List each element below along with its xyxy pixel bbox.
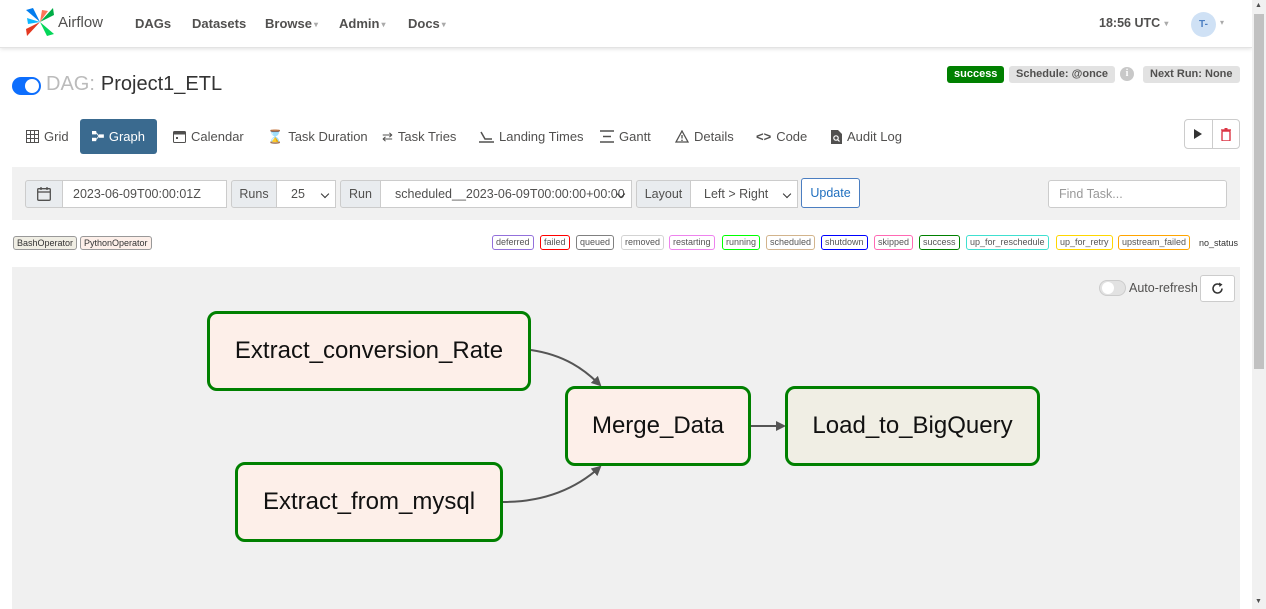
delete-dag-button[interactable] <box>1211 120 1240 148</box>
scroll-down-icon[interactable]: ▼ <box>1255 598 1262 605</box>
state-legend-no-status[interactable]: no_status <box>1199 238 1238 248</box>
chevron-down-icon: ▾ <box>1162 19 1169 29</box>
tab-audit-log[interactable]: Audit Log <box>831 119 902 154</box>
dag-pause-toggle[interactable] <box>12 77 41 95</box>
chevron-down-icon: ▾ <box>441 20 446 30</box>
tab-grid[interactable]: Grid <box>26 119 69 154</box>
nav-docs[interactable]: Docs ▾ <box>408 16 446 31</box>
state-legend-success[interactable]: success <box>919 235 960 250</box>
state-legend-scheduled[interactable]: scheduled <box>766 235 816 250</box>
top-navbar: Airflow DAGs Datasets Browse ▾ Admin ▾ Doc… <box>0 0 1252 48</box>
chevron-down-icon: ▾ <box>381 20 386 30</box>
operator-legend-python[interactable]: PythonOperator <box>80 236 152 250</box>
task-node-extract-conversion-rate[interactable]: Extract_conversion_Rate <box>207 311 531 391</box>
dag-action-buttons <box>1184 119 1240 149</box>
info-icon[interactable]: i <box>1120 67 1134 81</box>
auto-refresh-label: Auto-refresh <box>1129 281 1198 295</box>
play-icon <box>1194 129 1203 139</box>
page-scrollbar[interactable]: ▲ ▼ <box>1252 0 1266 609</box>
airflow-logo-icon <box>26 8 54 36</box>
calendar-icon <box>37 187 51 201</box>
scroll-thumb[interactable] <box>1254 14 1264 369</box>
brand-name: Airflow <box>58 13 104 31</box>
run-label: Run <box>340 180 381 208</box>
operator-legend-bash[interactable]: BashOperator <box>13 236 78 250</box>
auto-refresh-switch[interactable] <box>1099 280 1126 296</box>
task-node-extract-from-mysql[interactable]: Extract_from_mysql <box>235 462 503 542</box>
landing-icon <box>479 131 494 143</box>
chevron-down-icon[interactable]: ▾ <box>1220 18 1224 27</box>
file-search-icon <box>831 129 842 144</box>
state-legend-removed[interactable]: removed <box>621 235 665 250</box>
state-legend-restarting[interactable]: restarting <box>669 235 715 250</box>
dag-title-prefix: DAG: <box>46 73 95 95</box>
nav-dags[interactable]: DAGs <box>135 16 171 31</box>
tab-task-tries[interactable]: ⇄ Task Tries <box>382 119 456 154</box>
user-avatar[interactable]: T- <box>1191 12 1216 37</box>
nav-admin[interactable]: Admin ▾ <box>339 16 385 31</box>
tab-gantt[interactable]: Gantt <box>600 119 651 154</box>
find-task-input[interactable] <box>1048 180 1227 208</box>
runs-label: Runs <box>231 180 277 208</box>
tab-landing-times[interactable]: Landing Times <box>479 119 584 154</box>
runs-select[interactable]: 25 <box>276 180 336 208</box>
layout-label: Layout <box>636 180 691 208</box>
code-icon: <> <box>756 129 772 144</box>
task-node-merge-data[interactable]: Merge_Data <box>565 386 751 466</box>
state-legend-shutdown[interactable]: shutdown <box>821 235 868 250</box>
dag-title: DAG: Project1_ETL <box>46 73 222 96</box>
grid-icon <box>26 130 39 143</box>
state-legend-up-for-reschedule[interactable]: up_for_reschedule <box>966 235 1049 250</box>
tab-graph[interactable]: Graph <box>80 119 157 154</box>
scroll-up-icon[interactable]: ▲ <box>1255 2 1262 9</box>
refresh-icon <box>1212 282 1223 294</box>
warning-triangle-icon <box>675 130 689 143</box>
repeat-icon: ⇄ <box>382 128 393 144</box>
run-select[interactable]: scheduled__2023-06-09T00:00:00+00:00 <box>380 180 632 208</box>
hourglass-icon: ⌛ <box>267 128 284 144</box>
dag-state-badge: success <box>947 66 1005 83</box>
tab-details[interactable]: Details <box>675 119 734 154</box>
timezone-dropdown[interactable]: 18:56 UTC ▾ <box>1099 16 1168 30</box>
next-run-badge: Next Run: None <box>1143 66 1240 83</box>
gantt-icon <box>600 130 614 143</box>
dag-name: Project1_ETL <box>100 73 223 95</box>
calendar-icon <box>173 131 186 143</box>
chevron-down-icon: ▾ <box>313 20 318 30</box>
state-legend-up-for-retry[interactable]: up_for_retry <box>1056 235 1113 250</box>
state-legend-failed[interactable]: failed <box>540 235 570 250</box>
tab-task-duration[interactable]: ⌛ Task Duration <box>267 119 368 154</box>
task-node-load-to-bigquery[interactable]: Load_to_BigQuery <box>785 386 1040 466</box>
graph-icon <box>92 130 104 142</box>
nav-datasets[interactable]: Datasets <box>192 16 246 31</box>
trash-icon <box>1220 127 1231 141</box>
base-date-input[interactable]: 2023-06-09T00:00:01Z <box>62 180 227 208</box>
refresh-button[interactable] <box>1200 275 1235 302</box>
nav-browse[interactable]: Browse ▾ <box>265 16 318 31</box>
state-legend-running[interactable]: running <box>722 235 761 250</box>
schedule-badge: Schedule: @once <box>1009 66 1116 83</box>
date-picker-button[interactable] <box>25 180 63 208</box>
state-legend-queued[interactable]: queued <box>576 235 615 250</box>
airflow-brand[interactable]: Airflow <box>24 6 103 38</box>
trigger-dag-button[interactable] <box>1185 120 1212 148</box>
state-legend-skipped[interactable]: skipped <box>874 235 914 250</box>
auto-refresh-toggle[interactable]: Auto-refresh <box>1099 280 1198 296</box>
tab-calendar[interactable]: Calendar <box>173 119 244 154</box>
layout-select[interactable]: Left > Right <box>690 180 798 208</box>
tab-code[interactable]: <> Code <box>756 119 807 154</box>
state-legend-deferred[interactable]: deferred <box>492 235 534 250</box>
state-legend-upstream-failed[interactable]: upstream_failed <box>1118 235 1191 250</box>
update-button[interactable]: Update <box>801 178 860 208</box>
